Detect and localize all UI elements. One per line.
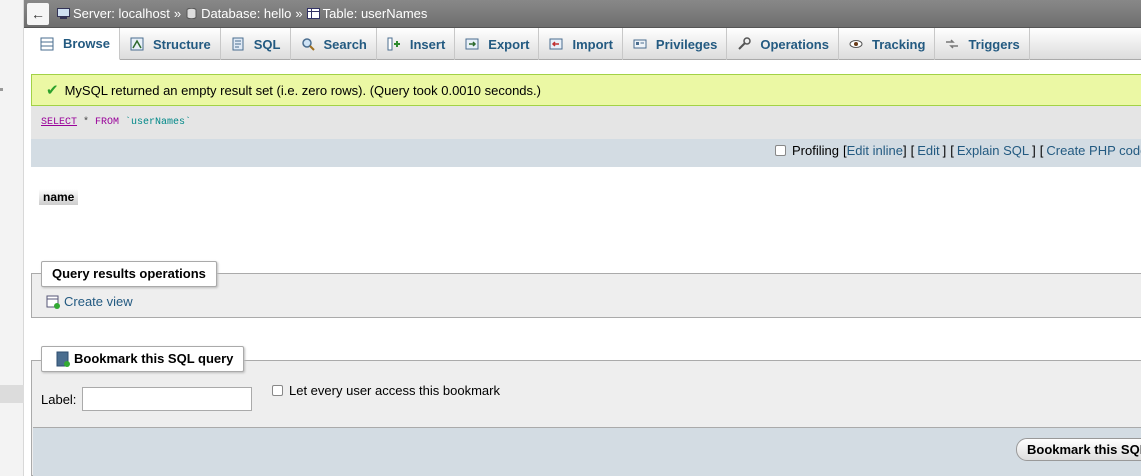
- create-view-label: Create view: [64, 294, 133, 309]
- tab-operations[interactable]: Operations: [727, 28, 839, 60]
- breadcrumb-server[interactable]: Server: localhost: [57, 6, 170, 21]
- bookmark-icon: [56, 351, 70, 367]
- tab-import[interactable]: Import: [539, 28, 623, 60]
- tab-triggers-label: Triggers: [968, 36, 1020, 52]
- tab-import-label: Import: [572, 36, 613, 52]
- tab-privileges[interactable]: Privileges: [623, 28, 728, 60]
- database-icon: [186, 8, 197, 19]
- tab-browse-label: Browse: [63, 36, 110, 51]
- sql-icon: [230, 36, 246, 52]
- bookmark-submit-button[interactable]: Bookmark this SQL query: [1016, 438, 1141, 461]
- operations-icon: [736, 36, 752, 52]
- sql-star: *: [77, 117, 96, 128]
- bookmark-legend: Bookmark this SQL query: [41, 346, 245, 372]
- bookmark-legend-label: Bookmark this SQL query: [74, 351, 234, 366]
- tab-sql-label: SQL: [253, 36, 281, 52]
- bracket-open: [: [1039, 143, 1044, 158]
- tab-privileges-label: Privileges: [655, 36, 718, 52]
- create-view-icon: [46, 295, 60, 309]
- sql-query-display: SELECT * FROM `userNames`: [31, 106, 1141, 139]
- privileges-icon: [632, 36, 648, 52]
- tab-tracking-label: Tracking: [871, 36, 926, 52]
- tab-insert[interactable]: Insert: [377, 28, 456, 60]
- import-icon: [548, 36, 564, 52]
- sidebar-collapse-handle[interactable]: [0, 385, 24, 403]
- back-button[interactable]: ←: [27, 2, 49, 25]
- bookmark-share-row: Let every user access this bookmark: [272, 383, 500, 398]
- create-view-link[interactable]: Create view: [46, 294, 133, 309]
- column-header-name[interactable]: name: [39, 189, 79, 205]
- tab-tracking[interactable]: Tracking: [839, 28, 936, 60]
- edit-inline-link[interactable]: Edit inline: [847, 143, 903, 158]
- edit-link[interactable]: Edit: [917, 143, 939, 158]
- query-results-operations-legend: Query results operations: [41, 261, 217, 287]
- table-icon: [306, 8, 320, 19]
- bookmark-label-input[interactable]: [82, 387, 253, 411]
- breadcrumb-server-label: Server: localhost: [73, 6, 170, 21]
- tab-structure[interactable]: Structure: [120, 28, 221, 60]
- search-icon: [300, 36, 316, 52]
- tab-export[interactable]: Export: [455, 28, 540, 60]
- query-tools-bar: Profiling [Edit inline] [Edit] [Explain …: [31, 139, 1141, 167]
- breadcrumb-database-label: Database: hello: [201, 6, 292, 21]
- tab-operations-label: Operations: [760, 36, 829, 52]
- sql-keyword-from: FROM: [95, 117, 120, 128]
- breadcrumb-database[interactable]: Database: hello: [185, 6, 291, 21]
- tab-export-label: Export: [488, 36, 530, 52]
- tab-browse[interactable]: Browse: [30, 28, 120, 60]
- sidebar-marker: [0, 88, 3, 91]
- profiling-checkbox[interactable]: [775, 145, 786, 156]
- bracket-open: [: [950, 143, 954, 158]
- share-bookmark-checkbox[interactable]: [272, 385, 283, 396]
- explain-sql-link[interactable]: Explain SQL: [957, 143, 1029, 158]
- checkmark-icon: ✔: [46, 82, 59, 99]
- profiling-label: Profiling: [792, 143, 839, 158]
- tab-sql[interactable]: SQL: [221, 28, 291, 60]
- create-php-code-link[interactable]: Create PHP code: [1046, 143, 1141, 158]
- bracket-close: ]: [902, 143, 907, 158]
- bookmark-label-text: Label:: [41, 391, 77, 407]
- structure-icon: [129, 36, 145, 52]
- tab-triggers[interactable]: Triggers: [935, 28, 1030, 60]
- tab-structure-label: Structure: [152, 36, 211, 52]
- tab-bar: Browse Structure SQL Search Insert Expor…: [30, 28, 1141, 60]
- triggers-icon: [944, 36, 960, 52]
- success-message-text: MySQL returned an empty result set (i.e.…: [64, 82, 541, 98]
- breadcrumb-table-label: Table: userNames: [322, 6, 428, 21]
- left-sidebar: [0, 0, 24, 476]
- success-message: ✔ MySQL returned an empty result set (i.…: [31, 74, 1141, 106]
- breadcrumb: ← Server: localhost » Database: hello » …: [24, 0, 1141, 28]
- breadcrumb-separator: »: [173, 6, 182, 21]
- sql-keyword-select-link[interactable]: SELECT: [41, 117, 77, 128]
- insert-icon: [386, 36, 402, 52]
- sql-table-name: `userNames`: [119, 117, 192, 128]
- tab-search[interactable]: Search: [291, 28, 377, 60]
- breadcrumb-separator: »: [295, 6, 303, 21]
- tab-insert-label: Insert: [409, 36, 446, 52]
- bracket-close: ]: [942, 143, 947, 158]
- browse-icon: [39, 36, 55, 52]
- tab-search-label: Search: [323, 36, 367, 52]
- tracking-icon: [848, 36, 864, 52]
- bookmark-footer-bar: [33, 427, 1141, 476]
- share-bookmark-label: Let every user access this bookmark: [289, 383, 500, 398]
- bookmark-label-row: Label:: [41, 387, 253, 411]
- bracket-close: ]: [1032, 143, 1036, 158]
- breadcrumb-table[interactable]: Table: userNames: [306, 6, 428, 21]
- server-icon: [57, 8, 70, 19]
- export-icon: [464, 36, 480, 52]
- bracket-open: [: [910, 143, 915, 158]
